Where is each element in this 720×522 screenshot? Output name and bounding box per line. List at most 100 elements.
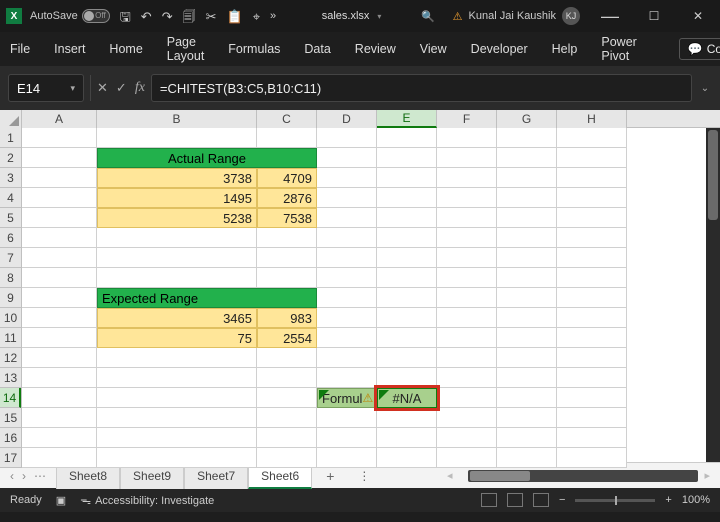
column-header-F[interactable]: F	[437, 110, 497, 128]
macro-record-icon[interactable]: ▣	[56, 494, 66, 507]
cell-B9[interactable]: Expected Range	[97, 288, 317, 308]
add-sheet-button[interactable]: +	[312, 468, 348, 484]
row-header-6[interactable]: 6	[0, 228, 21, 248]
cell-B5[interactable]: 5238	[97, 208, 257, 228]
horizontal-scrollbar[interactable]	[468, 470, 698, 482]
minimize-button[interactable]: —	[588, 0, 632, 32]
worksheet-grid[interactable]: ABCDEFGH 1234567891011121314151617 Actua…	[0, 110, 720, 462]
column-header-C[interactable]: C	[257, 110, 317, 128]
redo-icon[interactable]: ↷	[162, 10, 173, 23]
row-header-4[interactable]: 4	[0, 188, 21, 208]
sheet-nav-next-icon[interactable]: ›	[22, 469, 26, 483]
column-header-G[interactable]: G	[497, 110, 557, 128]
clipboard-icon[interactable]: 🗐	[183, 10, 196, 23]
zoom-in-icon[interactable]: +	[665, 494, 671, 506]
tab-developer[interactable]: Developer	[469, 38, 530, 60]
cell-C5[interactable]: 7538	[257, 208, 317, 228]
tab-review[interactable]: Review	[353, 38, 398, 60]
search-icon[interactable]: 🔍	[421, 10, 435, 23]
cell-C10[interactable]: 983	[257, 308, 317, 328]
maximize-button[interactable]: ☐	[632, 0, 676, 32]
accessibility-status[interactable]: ᯓAccessibility: Investigate	[80, 493, 214, 508]
name-box[interactable]: E14 ▾	[8, 74, 84, 102]
filename-dropdown-icon[interactable]: ▾	[377, 12, 381, 21]
tab-help[interactable]: Help	[550, 38, 580, 60]
comments-button[interactable]: 💬 Comments	[679, 38, 720, 60]
hscroll-right-icon[interactable]: ▸	[704, 469, 710, 482]
enter-formula-icon[interactable]: ✓	[116, 80, 127, 96]
cell-B10[interactable]: 3465	[97, 308, 257, 328]
row-header-2[interactable]: 2	[0, 148, 21, 168]
autosave-toggle[interactable]: AutoSave Off	[30, 9, 110, 23]
cut-icon[interactable]: ✂	[206, 10, 217, 23]
formula-input[interactable]: =CHITEST(B3:C5,B10:C11)	[151, 74, 692, 102]
undo-icon[interactable]: ↶	[141, 10, 152, 23]
warning-icon: ⚠	[362, 391, 373, 405]
row-header-17[interactable]: 17	[0, 448, 21, 468]
column-header-B[interactable]: B	[97, 110, 257, 128]
view-page-layout-icon[interactable]	[507, 493, 523, 507]
tab-file[interactable]: File	[8, 38, 32, 60]
tab-power-pivot[interactable]: Power Pivot	[599, 31, 638, 67]
zoom-level[interactable]: 100%	[682, 494, 710, 506]
save-icon[interactable]: 🖫	[120, 10, 131, 23]
cell-C11[interactable]: 2554	[257, 328, 317, 348]
cells-area[interactable]: Actual Range373847091495287652387538 Expe…	[22, 128, 706, 462]
column-header-H[interactable]: H	[557, 110, 627, 128]
cancel-formula-icon[interactable]: ✕	[97, 80, 108, 96]
cell-B11[interactable]: 75	[97, 328, 257, 348]
cell-C3[interactable]: 4709	[257, 168, 317, 188]
cell-D14[interactable]: Formul⚠	[317, 388, 377, 408]
sheet-nav-prev-icon[interactable]: ‹	[10, 469, 14, 483]
tab-home[interactable]: Home	[107, 38, 144, 60]
sheet-nav-more-icon[interactable]: ⋯	[34, 469, 46, 483]
row-header-16[interactable]: 16	[0, 428, 21, 448]
column-header-A[interactable]: A	[22, 110, 97, 128]
expand-formula-bar-icon[interactable]: ⌄	[698, 83, 712, 94]
vertical-scrollbar[interactable]	[706, 128, 720, 462]
row-header-8[interactable]: 8	[0, 268, 21, 288]
chevron-down-icon[interactable]: ▾	[70, 83, 75, 94]
row-header-7[interactable]: 7	[0, 248, 21, 268]
cell-B4[interactable]: 1495	[97, 188, 257, 208]
cell-B2[interactable]: Actual Range	[97, 148, 317, 168]
row-header-5[interactable]: 5	[0, 208, 21, 228]
row-header-10[interactable]: 10	[0, 308, 21, 328]
view-normal-icon[interactable]	[481, 493, 497, 507]
select-all-corner[interactable]	[0, 110, 22, 128]
touch-icon[interactable]: ⌖	[253, 10, 260, 23]
row-header-14[interactable]: 14	[0, 388, 21, 408]
tab-insert[interactable]: Insert	[52, 38, 87, 60]
horizontal-scroll-thumb[interactable]	[470, 471, 530, 481]
row-header-9[interactable]: 9	[0, 288, 21, 308]
row-header-13[interactable]: 13	[0, 368, 21, 388]
autosave-switch[interactable]: Off	[82, 9, 110, 23]
app-icon: X	[6, 8, 22, 24]
paste-icon[interactable]: 📋	[227, 10, 243, 23]
row-header-15[interactable]: 15	[0, 408, 21, 428]
fx-icon[interactable]: fx	[135, 80, 145, 96]
row-header-3[interactable]: 3	[0, 168, 21, 188]
hscroll-left-icon[interactable]: ◂	[447, 469, 453, 482]
view-page-break-icon[interactable]	[533, 493, 549, 507]
tab-formulas[interactable]: Formulas	[226, 38, 282, 60]
close-button[interactable]: ✕	[676, 0, 720, 32]
zoom-slider[interactable]	[575, 499, 655, 502]
cell-C4[interactable]: 2876	[257, 188, 317, 208]
cell-E14[interactable]: #N/A	[377, 388, 437, 408]
column-header-E[interactable]: E	[377, 110, 437, 128]
tab-page-layout[interactable]: Page Layout	[165, 31, 207, 67]
account-area[interactable]: ⚠ Kunal Jai Kaushik KJ	[453, 7, 580, 25]
vertical-scroll-thumb[interactable]	[708, 130, 718, 220]
cell-B3[interactable]: 3738	[97, 168, 257, 188]
tab-data[interactable]: Data	[302, 38, 332, 60]
tab-view[interactable]: View	[418, 38, 449, 60]
column-header-D[interactable]: D	[317, 110, 377, 128]
row-header-12[interactable]: 12	[0, 348, 21, 368]
row-headers: 1234567891011121314151617	[0, 128, 22, 468]
overflow-icon[interactable]: »	[270, 11, 276, 22]
row-header-11[interactable]: 11	[0, 328, 21, 348]
avatar[interactable]: KJ	[562, 7, 580, 25]
row-header-1[interactable]: 1	[0, 128, 21, 148]
zoom-out-icon[interactable]: −	[559, 494, 565, 506]
